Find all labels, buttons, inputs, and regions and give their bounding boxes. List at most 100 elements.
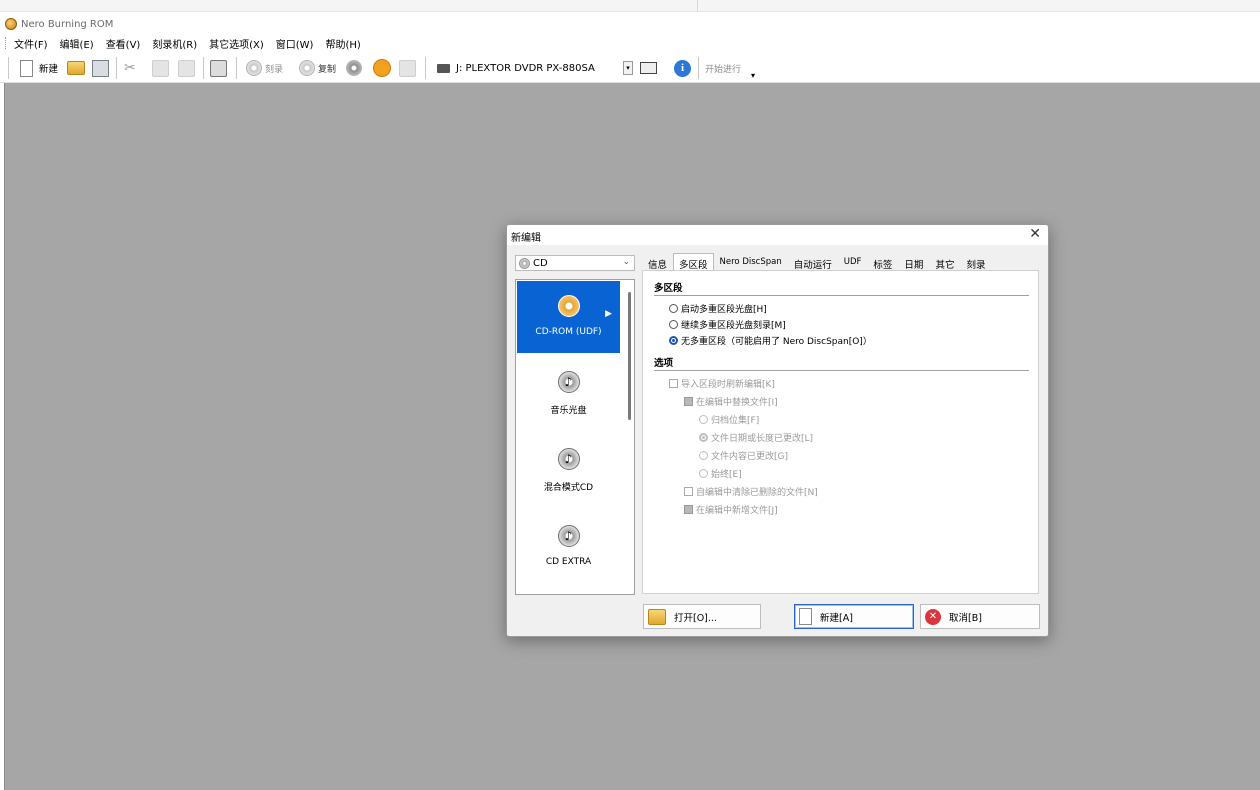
option-label: 在编辑中新增文件[J] <box>696 506 778 516</box>
copy-icon <box>152 59 169 77</box>
recorder-button[interactable] <box>640 58 657 78</box>
tab-nero-discspan[interactable]: Nero DiscSpan <box>714 253 788 271</box>
drive-dropdown-button[interactable]: ▾ <box>623 58 633 78</box>
drive-icon <box>437 63 450 73</box>
tab-label[interactable]: 标签 <box>867 253 898 271</box>
save-toolbar-button[interactable] <box>92 58 109 78</box>
list-item-audio-cd[interactable]: ♪ 音乐光盘 <box>517 357 620 429</box>
start-multisession-radio[interactable]: 启动多重区段光盘[H] <box>669 302 767 315</box>
radio-selected-icon <box>699 433 708 442</box>
toolbar-overflow-button[interactable]: ▾ <box>751 65 755 85</box>
list-item-mixed-mode-cd[interactable]: ♪ 混合模式CD <box>517 434 620 506</box>
option-label: 文件日期或长度已更改[L] <box>711 434 814 444</box>
burn-toolbar-button[interactable]: 刻录 <box>246 58 283 78</box>
tab-burn[interactable]: 刻录 <box>960 253 991 271</box>
start-button[interactable]: 开始进行 <box>705 58 741 78</box>
add-new-files-checkbox[interactable]: 在编辑中新增文件[J] <box>684 503 778 516</box>
option-label: 无多重区段（可能启用了 Nero DiscSpan[O]） <box>681 337 872 347</box>
option-label: 在编辑中替换文件[I] <box>696 398 778 408</box>
remove-deleted-files-checkbox[interactable]: 自编辑中清除已删除的文件[N] <box>684 485 818 498</box>
menu-bar: 文件(F) 编辑(E) 查看(V) 刻录机(R) 其它选项(X) 窗口(W) 帮… <box>0 34 1260 52</box>
date-or-length-changed-radio[interactable]: 文件日期或长度已更改[L] <box>699 431 813 444</box>
toolbar: 新建 ✂ 刻录 复制 J: PLEXTOR DVDR PX-880SA ▾ i … <box>0 53 1260 83</box>
open-toolbar-button[interactable] <box>67 58 85 78</box>
menu-edit[interactable]: 编辑(E) <box>60 36 94 51</box>
list-item-cd-rom-udf[interactable]: CD-ROM (UDF) ▶ <box>517 281 620 353</box>
new-compilation-button[interactable]: 新建[A] <box>794 604 914 629</box>
paste-icon <box>178 59 195 77</box>
chevron-down-icon: ▾ <box>623 61 633 75</box>
option-label: 启动多重区段光盘[H] <box>681 305 767 315</box>
multisession-heading: 多区段 <box>654 283 683 294</box>
cancel-button[interactable]: ✕ 取消[B] <box>920 604 1040 629</box>
continue-multisession-radio[interactable]: 继续多重区段光盘刻录[M] <box>669 318 786 331</box>
content-changed-radio[interactable]: 文件内容已更改[G] <box>699 449 788 462</box>
menu-help[interactable]: 帮助(H) <box>325 36 360 51</box>
close-icon[interactable]: ✕ <box>1029 226 1041 242</box>
tab-autorun[interactable]: 自动运行 <box>788 253 838 271</box>
list-item-cd-extra[interactable]: ♪ CD EXTRA <box>517 511 620 583</box>
tab-multisession[interactable]: 多区段 <box>673 253 714 271</box>
selected-arrow-icon: ▶ <box>605 309 612 319</box>
eject-icon <box>373 59 391 77</box>
copy-disc-toolbar-button[interactable]: 复制 <box>299 58 336 78</box>
properties-toolbar-button[interactable] <box>210 58 227 78</box>
eject-toolbar-button[interactable] <box>373 58 391 78</box>
info-button[interactable]: i <box>674 58 691 78</box>
tab-udf[interactable]: UDF <box>838 253 868 271</box>
overflow-chevron-icon: ▾ <box>751 70 756 80</box>
archive-bit-radio[interactable]: 归档位集[F] <box>699 413 759 426</box>
menu-view[interactable]: 查看(V) <box>106 36 141 51</box>
toolbar-separator <box>236 57 237 79</box>
no-multisession-radio[interactable]: 无多重区段（可能启用了 Nero DiscSpan[O]） <box>669 334 872 347</box>
music-disc-icon: ♪ <box>557 371 580 393</box>
cancel-button-label: 取消[B] <box>949 612 982 624</box>
compilation-list: CD-ROM (UDF) ▶ ♪ 音乐光盘 ♪ 混合模式CD ♪ CD EXTR… <box>515 279 635 595</box>
disc-type-select[interactable]: CD ⌄ <box>515 255 635 271</box>
dialog-title: 新编辑 <box>511 233 541 244</box>
new-button-label: 新建 <box>39 64 59 75</box>
erase-toolbar-button[interactable] <box>399 58 416 78</box>
info-icon: i <box>674 59 691 77</box>
toolbar-separator <box>116 57 117 79</box>
replace-files-checkbox[interactable]: 在编辑中替换文件[I] <box>684 395 778 408</box>
scissors-icon: ✂ <box>124 60 136 76</box>
multisession-panel: 多区段 启动多重区段光盘[H] 继续多重区段光盘刻录[M] 无多重区段（可能启用… <box>642 270 1039 594</box>
cut-toolbar-button[interactable]: ✂ <box>124 58 136 78</box>
radio-icon <box>669 320 678 329</box>
checkbox-icon <box>684 487 693 496</box>
menu-window[interactable]: 窗口(W) <box>276 36 314 51</box>
checkbox-checked-icon <box>684 397 693 406</box>
disc-info-toolbar-button[interactable] <box>346 58 362 78</box>
drive-label: J: PLEXTOR DVDR PX-880SA <box>456 62 595 74</box>
options-heading: 选项 <box>654 358 674 369</box>
radio-icon <box>699 451 708 460</box>
open-button-label: 打开[O]... <box>674 612 717 624</box>
new-button[interactable]: 新建 <box>20 58 58 78</box>
burn-disc-icon <box>246 60 262 76</box>
disc-type-value: CD <box>533 257 548 269</box>
copy-toolbar-button[interactable] <box>152 58 169 78</box>
always-radio[interactable]: 始终[E] <box>699 467 742 480</box>
menu-extras[interactable]: 其它选项(X) <box>209 36 264 51</box>
erase-icon <box>399 59 416 77</box>
open-button[interactable]: 打开[O]... <box>643 604 761 629</box>
new-compilation-dialog: 新编辑 ✕ CD ⌄ CD-ROM (UDF) ▶ ♪ 音乐光盘 ♪ 混合模式C… <box>506 224 1049 637</box>
tab-info[interactable]: 信息 <box>642 253 673 271</box>
radio-icon <box>699 469 708 478</box>
refresh-on-import-checkbox[interactable]: 导入区段时刷新编辑[K] <box>669 377 775 390</box>
paste-toolbar-button[interactable] <box>178 58 195 78</box>
mixed-mode-disc-icon: ♪ <box>557 448 580 470</box>
radio-selected-icon <box>669 336 678 345</box>
window-icon <box>210 59 227 77</box>
tab-date[interactable]: 日期 <box>898 253 929 271</box>
drive-selector[interactable]: J: PLEXTOR DVDR PX-880SA <box>437 58 595 78</box>
burn-label: 刻录 <box>265 64 284 75</box>
tab-misc[interactable]: 其它 <box>929 253 960 271</box>
top-strip-divider <box>697 0 698 12</box>
toolbar-separator <box>425 57 426 79</box>
radio-icon <box>669 304 678 313</box>
menu-recorder[interactable]: 刻录机(R) <box>152 36 197 51</box>
menu-file[interactable]: 文件(F) <box>14 36 48 51</box>
list-scrollbar[interactable] <box>628 292 631 420</box>
